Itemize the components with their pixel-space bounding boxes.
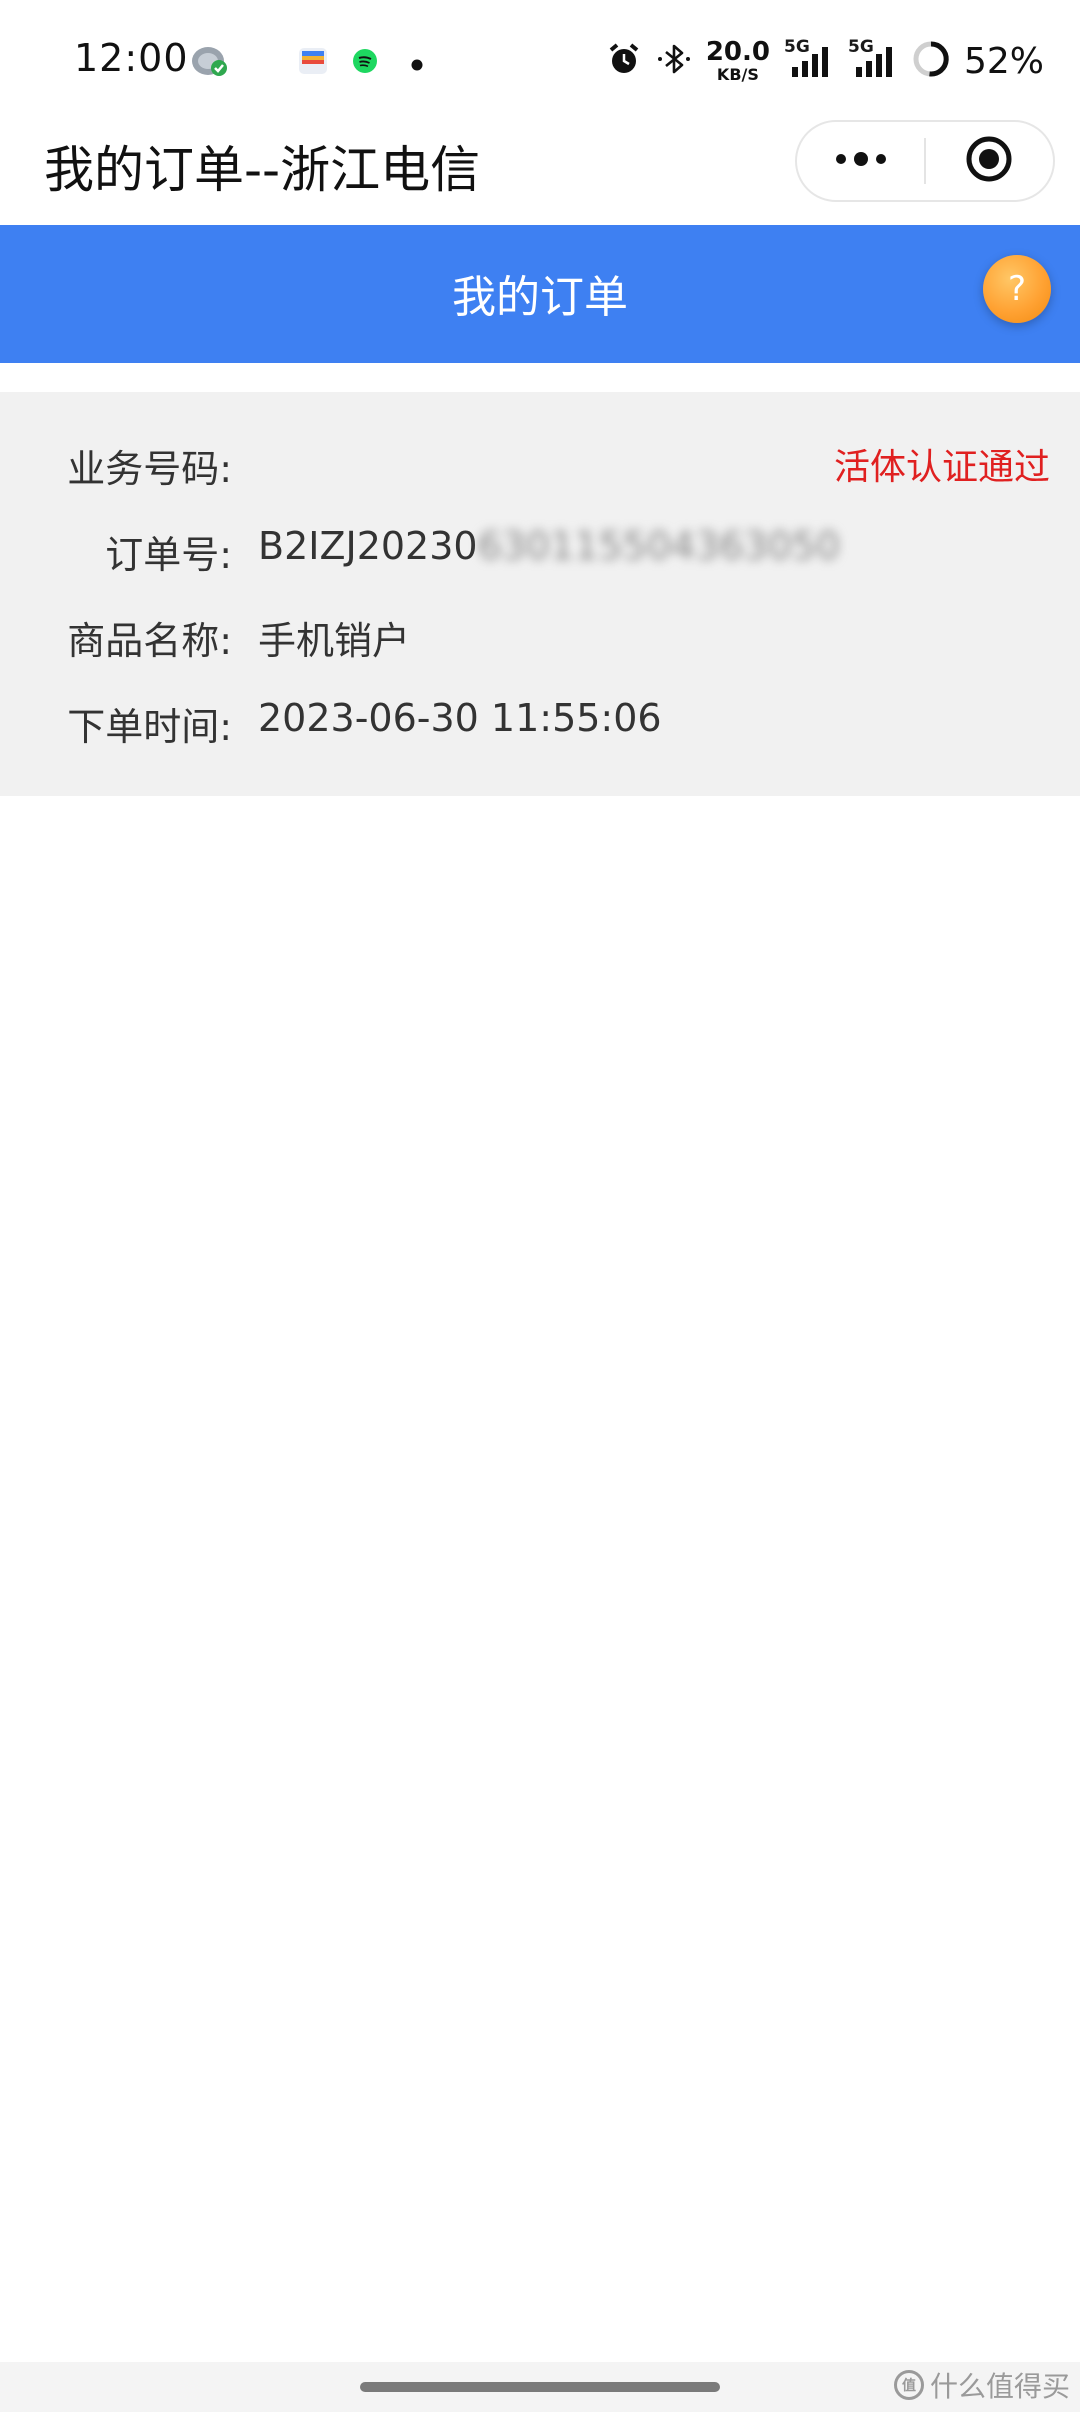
order-row-phone: 业务号码: 活体认证通过 [0, 438, 1080, 494]
home-gesture-handle[interactable] [360, 2382, 720, 2392]
net-speed: 20.0 KB/S [706, 39, 770, 83]
product-name-label: 商品名称: [67, 619, 232, 663]
help-question-icon: ? [1007, 269, 1027, 309]
order-number-visible: B2IZJ20230 [258, 524, 478, 568]
watermark: 值 什么值得买 [893, 2365, 1070, 2405]
net-speed-value: 20.0 [705, 37, 770, 67]
orders-header-title: 我的订单 [452, 272, 628, 323]
business-number-label: 业务号码: [67, 447, 232, 491]
order-row-product: 商品名称: 手机销户 [0, 610, 1080, 666]
page-title: 我的订单--浙江电信 [44, 141, 481, 199]
close-button[interactable] [926, 122, 1053, 200]
more-button[interactable] [797, 122, 924, 200]
order-time-value: 2023-06-30 11:55:06 [258, 696, 662, 740]
order-number-value: B2IZJ20230630115504363050 [258, 524, 840, 568]
help-button[interactable]: ? [983, 255, 1051, 323]
notification-dot-icon [411, 56, 423, 75]
order-card[interactable]: 业务号码: 活体认证通过 订单号: B2IZJ20230630115504363… [0, 392, 1080, 796]
product-name-value: 手机销户 [258, 619, 411, 663]
battery-icon [912, 40, 950, 82]
watermark-logo-icon: 值 [893, 2370, 924, 2400]
order-number-label: 订单号: [105, 533, 232, 577]
bluetooth-icon [656, 41, 692, 81]
battery-percent: 52% [963, 40, 1044, 82]
signal-icon: 5G [848, 37, 898, 81]
order-row-time: 下单时间: 2023-06-30 11:55:06 [0, 696, 1080, 752]
status-bar: 12:00 20.0 KB/S 5G 5G 52% [0, 0, 1080, 120]
orders-header: 我的订单 ? [0, 225, 1080, 363]
signal-icon: 5G [784, 37, 834, 81]
more-dots-icon [833, 149, 889, 173]
status-time: 12:00 [74, 36, 189, 80]
spotify-icon [352, 48, 378, 78]
net-speed-unit: KB/S [716, 65, 759, 84]
order-number-blurred: 630115504363050 [477, 524, 841, 568]
gallery-icon [190, 44, 230, 82]
mini-program-capsule [795, 120, 1055, 202]
target-close-icon [964, 134, 1014, 188]
wallet-icon [298, 46, 328, 80]
order-status-badge: 活体认证通过 [833, 447, 1050, 488]
title-bar: 我的订单--浙江电信 [0, 120, 1080, 224]
order-time-label: 下单时间: [67, 705, 232, 749]
status-right-group: 20.0 KB/S 5G 5G 52% [606, 36, 1044, 86]
watermark-text: 什么值得买 [929, 2370, 1070, 2403]
alarm-icon [606, 41, 642, 81]
order-row-id: 订单号: B2IZJ20230630115504363050 [0, 524, 1080, 580]
page: 12:00 20.0 KB/S 5G 5G 52% 我的订单--浙江电信 我的订… [0, 0, 1080, 2412]
